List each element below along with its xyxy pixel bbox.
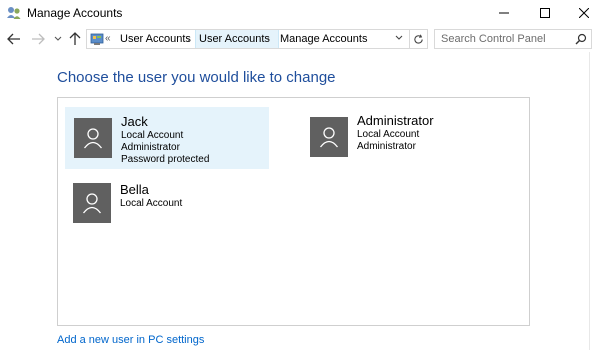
account-role: Administrator: [357, 141, 416, 152]
search-input[interactable]: [435, 30, 571, 48]
account-name: Administrator: [357, 113, 434, 128]
breadcrumb-user-accounts-parent[interactable]: User Accounts: [117, 30, 194, 48]
window-edge: [589, 52, 600, 350]
account-jack[interactable]: Jack Local Account Administrator Passwor…: [65, 107, 269, 169]
add-new-user-link[interactable]: Add a new user in PC settings: [57, 334, 204, 346]
arrow-up-icon: [69, 32, 81, 45]
forward-button[interactable]: [28, 29, 48, 49]
address-dropdown-icon[interactable]: [395, 33, 403, 43]
arrow-left-icon: [7, 33, 20, 45]
account-type: Local Account: [120, 198, 183, 209]
user-accounts-icon: [7, 7, 21, 19]
avatar: [310, 117, 348, 157]
title-bar: Manage Accounts: [0, 0, 600, 26]
avatar: [74, 118, 112, 158]
user-icon: [319, 127, 339, 148]
chevron-down-icon: [54, 36, 62, 41]
recent-locations-button[interactable]: [52, 29, 64, 49]
close-button[interactable]: [564, 0, 600, 26]
control-panel-icon: [90, 33, 104, 45]
avatar: [73, 183, 111, 223]
user-icon: [82, 193, 102, 214]
breadcrumb-manage-accounts[interactable]: Manage Accounts: [277, 30, 370, 48]
account-password-status: Password protected: [121, 154, 210, 165]
search-icon[interactable]: [575, 33, 587, 45]
minimize-button[interactable]: [484, 0, 524, 26]
maximize-button[interactable]: [525, 0, 565, 26]
refresh-button[interactable]: [410, 29, 428, 49]
address-bar[interactable]: « User Accounts › User Accounts › Manage…: [86, 29, 410, 49]
account-role: Administrator: [121, 142, 180, 153]
account-type: Local Account: [121, 130, 184, 141]
breadcrumb-separator-icon[interactable]: ›: [187, 30, 190, 48]
accounts-panel: Jack Local Account Administrator Passwor…: [57, 97, 530, 326]
search-box[interactable]: [434, 29, 592, 49]
breadcrumb-separator-icon[interactable]: ›: [267, 30, 270, 48]
account-bella[interactable]: Bella Local Account: [65, 176, 269, 238]
close-icon: [579, 8, 589, 18]
account-type: Local Account: [357, 129, 420, 140]
breadcrumb-overflow[interactable]: «: [105, 33, 111, 44]
arrow-right-icon: [32, 33, 45, 45]
account-name: Jack: [121, 114, 148, 129]
refresh-icon: [414, 34, 423, 44]
account-administrator[interactable]: Administrator Local Account Administrato…: [302, 107, 502, 169]
page-title: Choose the user you would like to change: [57, 69, 336, 86]
user-icon: [83, 128, 103, 149]
account-name: Bella: [120, 182, 149, 197]
maximize-icon: [540, 8, 550, 18]
window-title: Manage Accounts: [27, 6, 123, 20]
up-button[interactable]: [66, 29, 84, 49]
navigation-bar: « User Accounts › User Accounts › Manage…: [0, 26, 600, 52]
back-button[interactable]: [4, 29, 24, 49]
minimize-icon: [499, 12, 509, 14]
